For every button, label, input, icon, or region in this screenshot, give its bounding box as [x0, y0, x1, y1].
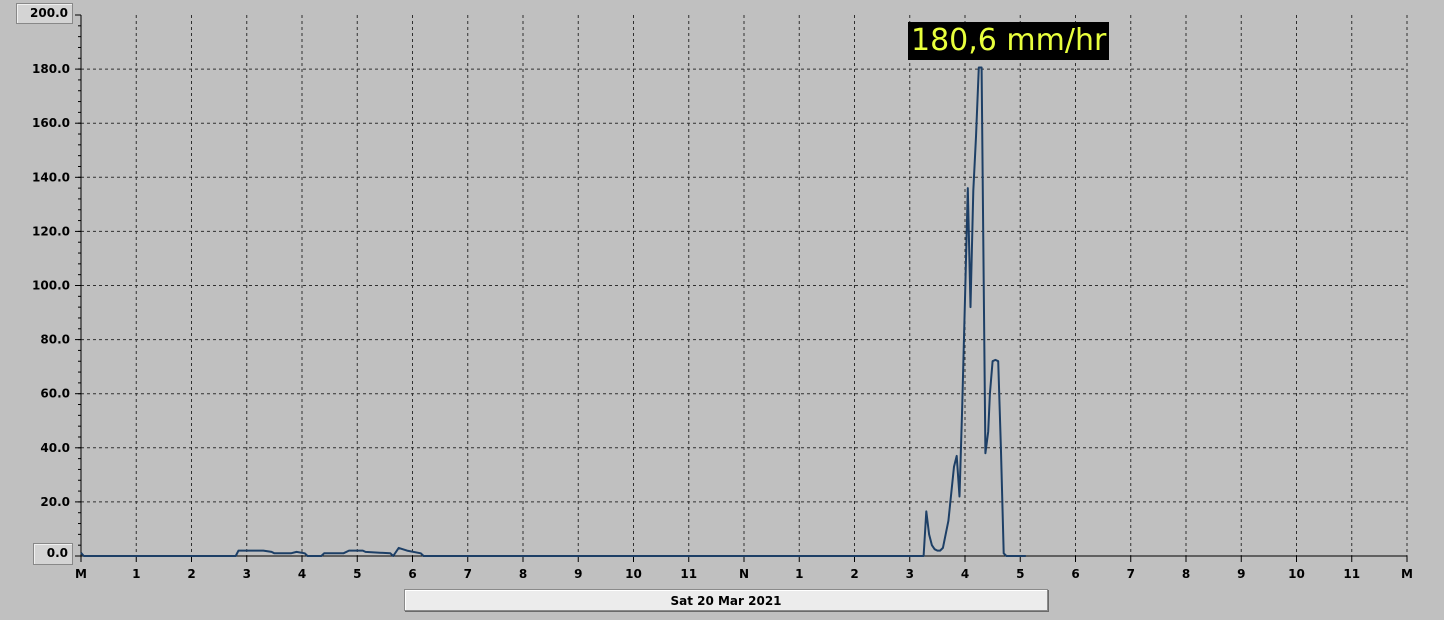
tick-labels: 20.040.060.080.0100.0120.0140.0160.0180.… — [32, 62, 1413, 581]
grid-lines — [81, 15, 1408, 556]
x-tick-label: 4 — [298, 567, 306, 581]
x-tick-label: 11 — [680, 567, 697, 581]
x-tick-label: 7 — [1127, 567, 1135, 581]
y-tick-label: 120.0 — [32, 224, 70, 238]
x-tick-label: 10 — [625, 567, 642, 581]
y-tick-label: 100.0 — [32, 279, 70, 293]
y-tick-label: 180.0 — [32, 62, 70, 76]
y-tick-label: 20.0 — [40, 495, 70, 509]
x-tick-label: 10 — [1288, 567, 1305, 581]
x-tick-label: 9 — [574, 567, 582, 581]
x-tick-label: 6 — [408, 567, 416, 581]
series — [80, 66, 1026, 557]
y-tick-label: 80.0 — [40, 333, 70, 347]
x-tick-label: 2 — [187, 567, 195, 581]
rain-rate-line — [80, 66, 1026, 557]
x-tick-label: 2 — [850, 567, 858, 581]
x-tick-label: 8 — [1182, 567, 1190, 581]
date-navigation-bar[interactable]: Sat 20 Mar 2021 — [404, 589, 1048, 611]
y-tick-label: 40.0 — [40, 441, 70, 455]
x-tick-label: 11 — [1343, 567, 1360, 581]
x-tick-label: M — [1401, 567, 1413, 581]
peak-value-label: 180,6 mm/hr — [908, 22, 1110, 60]
x-tick-label: M — [75, 567, 87, 581]
x-tick-label: 8 — [519, 567, 527, 581]
rainfall-rate-chart: 20.040.060.080.0100.0120.0140.0160.0180.… — [32, 14, 1413, 581]
x-tick-label: 1 — [132, 567, 140, 581]
x-tick-label: 5 — [1016, 567, 1024, 581]
x-tick-label: 3 — [906, 567, 914, 581]
y-tick-label: 140.0 — [32, 170, 70, 184]
x-tick-label: 3 — [243, 567, 251, 581]
x-tick-label: 1 — [795, 567, 803, 581]
x-tick-label: 4 — [961, 567, 969, 581]
y-tick-label: 60.0 — [40, 387, 70, 401]
x-tick-label: 5 — [353, 567, 361, 581]
x-tick-label: 6 — [1071, 567, 1079, 581]
y-tick-label: 160.0 — [32, 116, 70, 130]
y-axis-min-label: 0.0 — [33, 543, 73, 565]
x-tick-label: 9 — [1237, 567, 1245, 581]
y-axis-max-label: 200.0 — [16, 3, 73, 24]
x-tick-label: N — [739, 567, 749, 581]
x-tick-label: 7 — [464, 567, 472, 581]
axes — [75, 14, 1408, 562]
